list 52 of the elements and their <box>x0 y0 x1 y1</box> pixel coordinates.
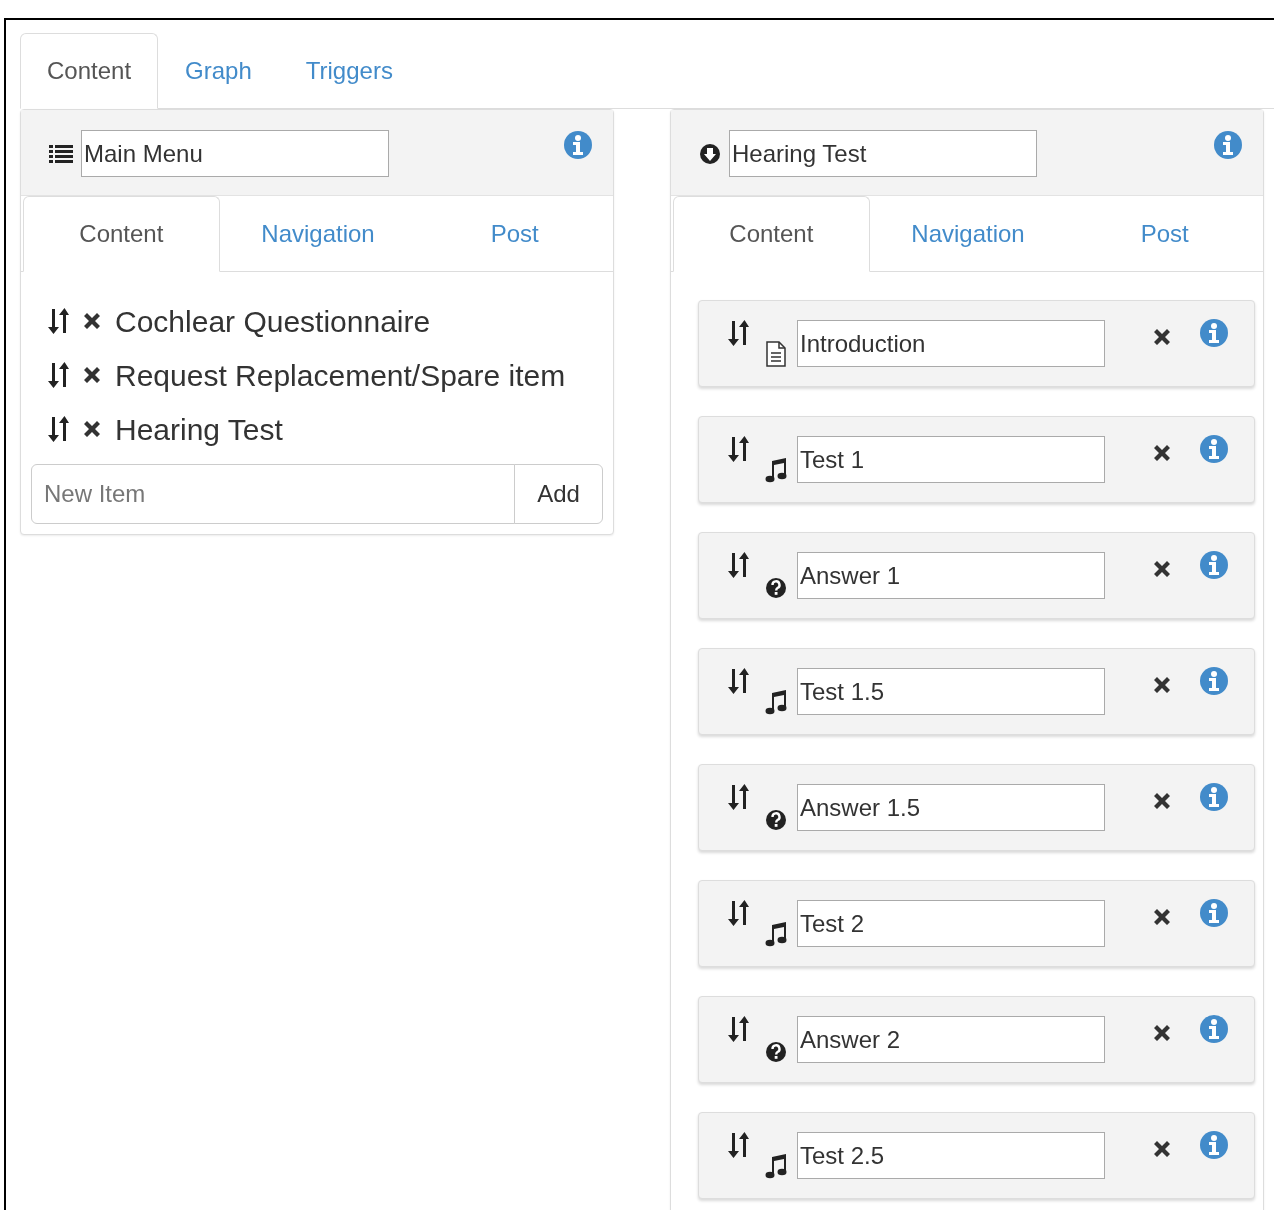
item-name-field[interactable]: Introduction <box>797 320 1105 367</box>
item-name-field[interactable]: Answer 1 <box>797 552 1105 599</box>
sort-icon[interactable] <box>727 436 749 462</box>
sort-icon[interactable] <box>727 668 749 694</box>
tab[interactable]: Navigation <box>219 196 417 272</box>
info-icon[interactable] <box>1199 1130 1229 1160</box>
info-icon[interactable] <box>1199 550 1229 580</box>
tab[interactable]: Post <box>416 196 613 272</box>
sort-icon[interactable] <box>47 308 69 334</box>
new-item-field[interactable]: New Item <box>31 464 515 524</box>
tab[interactable]: Triggers <box>278 33 420 109</box>
title-field[interactable]: Hearing Test <box>729 130 1037 177</box>
tab[interactable]: Content <box>23 196 220 272</box>
info-icon[interactable] <box>1199 434 1229 464</box>
info-icon[interactable] <box>1199 782 1229 812</box>
info-icon[interactable] <box>1199 898 1229 928</box>
tab[interactable]: Post <box>1066 196 1263 272</box>
info-icon[interactable] <box>1199 1014 1229 1044</box>
circle-down-icon <box>699 142 721 165</box>
tab[interactable]: Content <box>20 33 159 109</box>
item-name-field[interactable]: Answer 1.5 <box>797 784 1105 831</box>
tab[interactable]: Graph <box>158 33 279 109</box>
item-name-field[interactable]: Test 1 <box>797 436 1105 483</box>
tab[interactable]: Content <box>673 196 870 272</box>
document-icon <box>765 341 787 367</box>
info-icon[interactable] <box>1213 130 1243 160</box>
sort-icon[interactable] <box>727 1132 749 1158</box>
sort-icon[interactable] <box>727 552 749 578</box>
music-note-icon <box>765 689 787 715</box>
item-name-field[interactable]: Test 2 <box>797 900 1105 947</box>
menu-item-label[interactable]: Request Replacement/Spare item <box>115 352 566 398</box>
music-note-icon <box>765 921 787 947</box>
item-name-field[interactable]: Test 1.5 <box>797 668 1105 715</box>
music-note-icon <box>765 457 787 483</box>
sort-icon[interactable] <box>47 362 69 388</box>
add-button[interactable]: Add <box>514 464 603 524</box>
sort-icon[interactable] <box>727 1016 749 1042</box>
info-icon[interactable] <box>1199 318 1229 348</box>
item-name-field[interactable]: Test 2.5 <box>797 1132 1105 1179</box>
item-name-field[interactable]: Answer 2 <box>797 1016 1105 1063</box>
sort-icon[interactable] <box>727 900 749 926</box>
sort-icon[interactable] <box>47 416 69 442</box>
title-field[interactable]: Main Menu <box>81 130 389 177</box>
tab[interactable]: Navigation <box>869 196 1067 272</box>
info-icon[interactable] <box>563 130 593 160</box>
sort-icon[interactable] <box>727 320 749 346</box>
sort-icon[interactable] <box>727 784 749 810</box>
list-icon <box>49 142 73 165</box>
music-note-icon <box>765 1153 787 1179</box>
menu-item-label[interactable]: Hearing Test <box>115 406 283 452</box>
info-icon[interactable] <box>1199 666 1229 696</box>
menu-item-label[interactable]: Cochlear Questionnaire <box>115 298 431 344</box>
